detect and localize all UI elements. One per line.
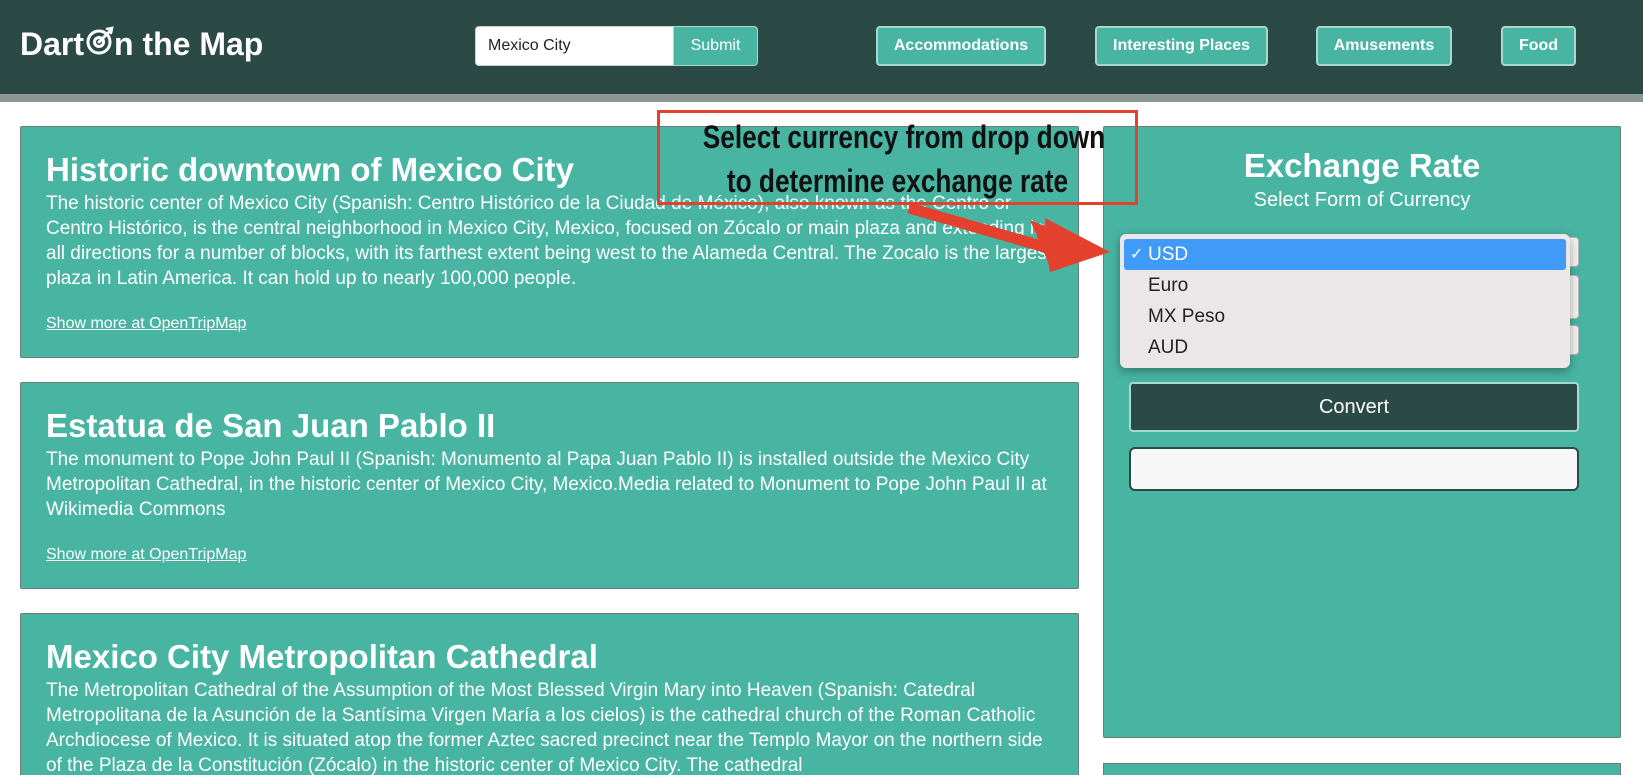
checkmark-icon: ✓ [1130, 246, 1144, 263]
option-label: MX Peso [1148, 306, 1226, 327]
search-input[interactable] [475, 26, 673, 66]
exchange-rate-panel: Exchange Rate Select Form of Currency Co… [1103, 126, 1621, 738]
currency-option-aud[interactable]: AUD [1124, 332, 1566, 363]
exchange-subtitle: Select Form of Currency [1253, 189, 1471, 211]
place-description: The historic center of Mexico City (Span… [46, 193, 1053, 289]
conversion-result-field[interactable] [1129, 447, 1579, 491]
dart-target-icon [86, 25, 114, 56]
brand-text-prefix: Dart [20, 26, 85, 62]
brand-logo[interactable]: Dart n the Map [20, 25, 264, 63]
exchange-title: Exchange Rate [1243, 147, 1481, 184]
header-divider [0, 94, 1643, 102]
annotation-line-2: to determine exchange rate [726, 163, 1069, 199]
option-label: AUD [1148, 337, 1189, 358]
place-title: Estatua de San Juan Pablo II [46, 407, 496, 444]
place-description: The Metropolitan Cathedral of the Assump… [46, 680, 1043, 775]
secondary-panel [1103, 763, 1621, 775]
nav-accommodations-button[interactable]: Accommodations [876, 26, 1046, 66]
place-title: Mexico City Metropolitan Cathedral [46, 638, 598, 675]
currency-option-usd[interactable]: ✓ USD [1124, 239, 1566, 270]
annotation-callout: Select currency from drop down to determ… [657, 110, 1138, 205]
currency-option-euro[interactable]: Euro [1124, 270, 1566, 301]
search-form: Submit [475, 26, 758, 66]
place-card: Mexico City Metropolitan Cathedral The M… [20, 613, 1079, 775]
currency-dropdown-menu[interactable]: ✓ USD Euro MX Peso AUD [1120, 234, 1570, 368]
show-more-link[interactable]: Show more at OpenTripMap [46, 315, 246, 333]
nav-interesting-places-button[interactable]: Interesting Places [1095, 26, 1268, 66]
header: Dart n the Map Submit Accommodations Int… [0, 0, 1643, 94]
option-label: USD [1148, 244, 1189, 265]
submit-button[interactable]: Submit [673, 26, 758, 66]
brand-text-suffix: n the Map [114, 26, 264, 62]
place-card: Estatua de San Juan Pablo II The monumen… [20, 382, 1079, 589]
convert-button[interactable]: Convert [1129, 382, 1579, 432]
nav-food-button[interactable]: Food [1501, 26, 1576, 66]
currency-option-mx-peso[interactable]: MX Peso [1124, 301, 1566, 332]
place-description: The monument to Pope John Paul II (Spani… [46, 449, 1047, 520]
annotation-line-1: Select currency from drop down [702, 119, 1106, 155]
nav-amusements-button[interactable]: Amusements [1316, 26, 1452, 66]
option-label: Euro [1148, 275, 1189, 296]
show-more-link[interactable]: Show more at OpenTripMap [46, 546, 246, 564]
